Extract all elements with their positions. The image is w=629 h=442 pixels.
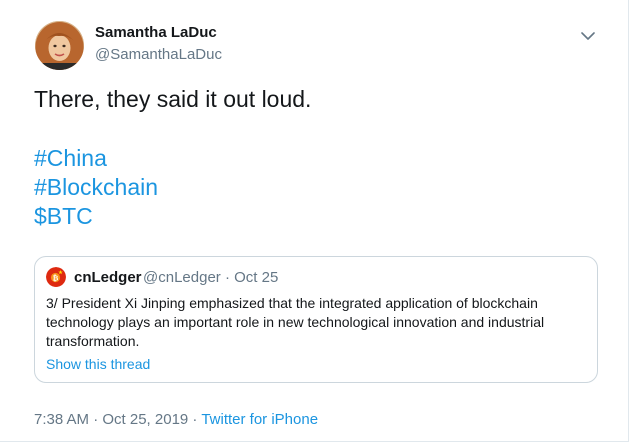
meta-separator: · [188, 411, 202, 428]
avatar-image [35, 21, 84, 70]
author-name[interactable]: Samantha LaDuc [95, 24, 217, 41]
quoted-text-line: 3/ President Xi Jinping emphasized that … [46, 295, 538, 311]
hashtag-link[interactable]: #China [34, 144, 594, 173]
avatar[interactable] [35, 21, 84, 70]
cashtag-link[interactable]: $BTC [34, 202, 594, 231]
china-flag-bitcoin-icon: ₿ [46, 267, 66, 287]
quoted-author-handle-date: @cnLedger · Oct 25 [143, 269, 279, 286]
quoted-tweet-text: 3/ President Xi Jinping emphasized that … [46, 294, 592, 351]
quoted-text-line: technology plays an important role in ne… [46, 314, 545, 330]
hashtag-link[interactable]: #Blockchain [34, 173, 594, 202]
show-thread-link[interactable]: Show this thread [46, 356, 150, 372]
quoted-tweet[interactable]: ₿ cnLedger @cnLedger · Oct 25 3/ Preside… [34, 256, 598, 383]
tweet-meta: 7:38 AM · Oct 25, 2019 · Twitter for iPh… [34, 411, 318, 428]
chevron-down-icon[interactable] [581, 28, 595, 40]
tweet-card: Samantha LaDuc @SamanthaLaDuc There, the… [0, 0, 629, 442]
svg-text:₿: ₿ [53, 274, 59, 282]
quoted-text-line: transformation. [46, 333, 140, 349]
timestamp[interactable]: 7:38 AM · Oct 25, 2019 [34, 411, 188, 428]
source-link[interactable]: Twitter for iPhone [201, 411, 318, 428]
quoted-author-name: cnLedger [74, 269, 142, 286]
tweet-text: There, they said it out loud. #China #Bl… [34, 85, 594, 231]
author-handle[interactable]: @SamanthaLaDuc [95, 46, 222, 63]
tweet-text-line: There, they said it out loud. [34, 86, 312, 112]
